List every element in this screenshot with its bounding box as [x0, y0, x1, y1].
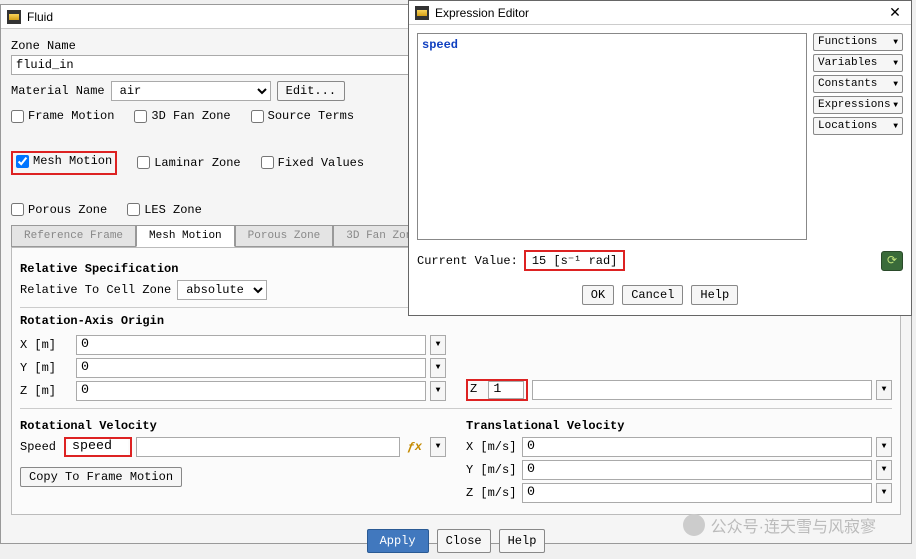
refresh-icon[interactable]: ⟳ [881, 251, 903, 271]
chevron-down-icon: ▼ [893, 59, 898, 68]
chevron-down-icon: ▼ [893, 80, 898, 89]
les-zone-check[interactable]: LES Zone [127, 203, 202, 217]
expr-titlebar: Expression Editor ✕ [409, 1, 911, 25]
vx-dropdown-icon[interactable]: ▼ [876, 437, 892, 457]
porous-zone-check[interactable]: Porous Zone [11, 203, 107, 217]
rel-to-cell-label: Relative To Cell Zone [20, 283, 171, 297]
speed-highlight [64, 437, 132, 457]
rel-spec-label: Relative Specification [20, 262, 446, 276]
expr-content: speed [422, 38, 458, 52]
material-name-select[interactable]: air [111, 81, 271, 101]
rel-to-cell-select[interactable]: absolute [177, 280, 267, 300]
expressions-button[interactable]: Expressions▼ [813, 96, 903, 114]
vz-label: Z [m/s] [466, 486, 518, 500]
x-input[interactable] [76, 335, 426, 355]
help-button[interactable]: Help [499, 529, 546, 553]
z-dropdown-icon[interactable]: ▼ [430, 381, 446, 401]
expr-side-buttons: Functions▼ Variables▼ Constants▼ Express… [813, 33, 903, 240]
rot-z-input[interactable] [488, 381, 524, 399]
rot-z-label: Z [470, 382, 481, 396]
tab-porous-zone[interactable]: Porous Zone [235, 225, 334, 246]
y-input[interactable] [76, 358, 426, 378]
speed-dropdown-icon[interactable]: ▼ [430, 437, 446, 457]
tab-mesh-motion[interactable]: Mesh Motion [136, 225, 235, 247]
vy-label: Y [m/s] [466, 463, 518, 477]
app-icon [7, 10, 21, 24]
chevron-down-icon: ▼ [893, 38, 898, 47]
vz-input[interactable] [522, 483, 872, 503]
edit-material-button[interactable]: Edit... [277, 81, 345, 101]
z-input[interactable] [76, 381, 426, 401]
rot-z-ext-input[interactable] [532, 380, 872, 400]
rot-z-dropdown-icon[interactable]: ▼ [876, 380, 892, 400]
copy-to-frame-button[interactable]: Copy To Frame Motion [20, 467, 182, 487]
close-button[interactable]: Close [437, 529, 491, 553]
rot-z-highlight: Z [466, 379, 528, 401]
current-value-label: Current Value: [417, 254, 518, 268]
fixed-values-check[interactable]: Fixed Values [261, 151, 364, 175]
rot-vel-label: Rotational Velocity [20, 419, 446, 433]
expr-title: Expression Editor [435, 6, 529, 20]
chevron-down-icon: ▼ [893, 101, 898, 110]
tab-reference-frame[interactable]: Reference Frame [11, 225, 136, 246]
trans-vel-label: Translational Velocity [466, 419, 892, 433]
z-label: Z [m] [20, 384, 72, 398]
expr-help-button[interactable]: Help [691, 285, 738, 305]
fan-zone-check[interactable]: 3D Fan Zone [134, 109, 230, 123]
vx-input[interactable] [522, 437, 872, 457]
material-name-label: Material Name [11, 84, 105, 98]
close-icon[interactable]: ✕ [885, 4, 905, 21]
laminar-zone-check[interactable]: Laminar Zone [137, 151, 240, 175]
expression-editor-window: Expression Editor ✕ speed Functions▼ Var… [408, 0, 912, 316]
bottom-buttons: Apply Close Help [11, 529, 901, 553]
source-terms-check[interactable]: Source Terms [251, 109, 354, 123]
x-dropdown-icon[interactable]: ▼ [430, 335, 446, 355]
vz-dropdown-icon[interactable]: ▼ [876, 483, 892, 503]
apply-button[interactable]: Apply [367, 529, 429, 553]
vy-input[interactable] [522, 460, 872, 480]
constants-button[interactable]: Constants▼ [813, 75, 903, 93]
speed-input[interactable] [68, 439, 128, 455]
mesh-motion-highlight: Mesh Motion [11, 151, 117, 175]
y-label: Y [m] [20, 361, 72, 375]
speed-label: Speed [20, 440, 60, 454]
fluid-title: Fluid [27, 10, 53, 24]
y-dropdown-icon[interactable]: ▼ [430, 358, 446, 378]
current-value: 15 [s⁻¹ rad] [524, 250, 626, 271]
fx-icon[interactable]: ƒx [404, 440, 426, 454]
expr-app-icon [415, 6, 429, 20]
functions-button[interactable]: Functions▼ [813, 33, 903, 51]
x-label: X [m] [20, 338, 72, 352]
ok-button[interactable]: OK [582, 285, 614, 305]
locations-button[interactable]: Locations▼ [813, 117, 903, 135]
variables-button[interactable]: Variables▼ [813, 54, 903, 72]
expression-textarea[interactable]: speed [417, 33, 807, 240]
mesh-motion-check[interactable]: Mesh Motion [16, 154, 112, 168]
speed-ext-input[interactable] [136, 437, 400, 457]
frame-motion-check[interactable]: Frame Motion [11, 109, 114, 123]
cancel-button[interactable]: Cancel [622, 285, 683, 305]
chevron-down-icon: ▼ [893, 122, 898, 131]
vx-label: X [m/s] [466, 440, 518, 454]
vy-dropdown-icon[interactable]: ▼ [876, 460, 892, 480]
